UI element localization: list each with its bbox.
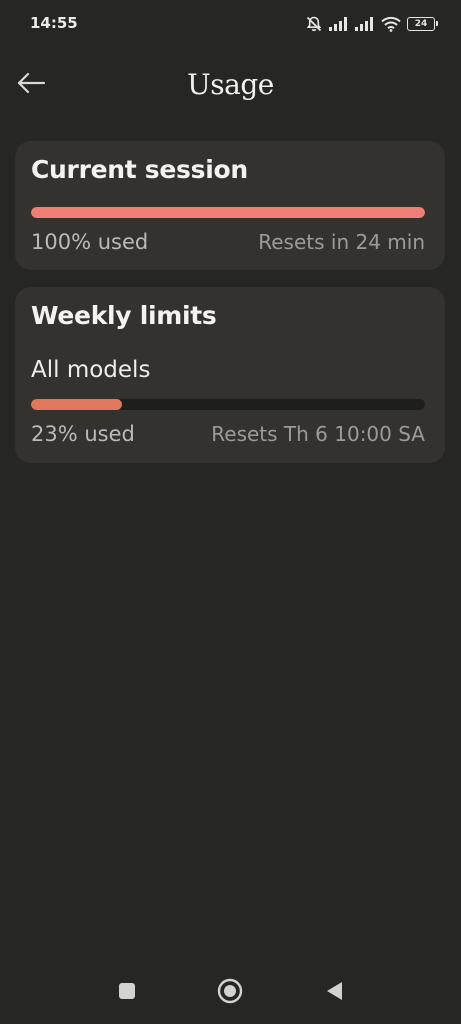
signal-icon: [329, 17, 349, 31]
home-button[interactable]: [213, 976, 247, 1010]
all-models-label: All models: [31, 357, 151, 383]
wifi-icon: [381, 16, 401, 32]
current-session-card: Current session 100% used Resets in 24 m…: [15, 141, 445, 270]
system-nav-bar: [0, 960, 461, 1024]
battery-icon: 24: [407, 17, 438, 31]
weekly-limits-used-label: 23% used: [31, 422, 135, 446]
status-bar: 14:55 24: [0, 0, 461, 48]
weekly-limits-reset-label: Resets Th 6 10:00 SA: [211, 422, 425, 446]
status-icons: 24: [305, 14, 438, 34]
current-session-title: Current session: [31, 155, 248, 184]
home-icon: [217, 978, 243, 1008]
weekly-limits-info-row: 23% used Resets Th 6 10:00 SA: [31, 422, 425, 446]
recent-apps-icon: [117, 981, 137, 1005]
status-time: 14:55: [30, 14, 78, 32]
current-session-used-label: 100% used: [31, 230, 149, 254]
page-title: Usage: [187, 68, 274, 101]
current-session-progress-fill: [31, 207, 425, 218]
muted-bell-icon: [305, 15, 323, 33]
weekly-limits-progress-fill: [31, 399, 122, 410]
weekly-limits-progress-bar: [31, 399, 425, 410]
weekly-limits-title: Weekly limits: [31, 301, 217, 330]
current-session-info-row: 100% used Resets in 24 min: [31, 230, 425, 254]
signal-icon: [355, 17, 375, 31]
current-session-progress-bar: [31, 207, 425, 218]
app-header: Usage: [0, 56, 461, 116]
battery-level: 24: [414, 18, 428, 29]
recent-apps-button[interactable]: [110, 976, 144, 1010]
current-session-reset-label: Resets in 24 min: [258, 230, 425, 254]
nav-back-button[interactable]: [317, 976, 351, 1010]
weekly-limits-card: Weekly limits All models 23% used Resets…: [15, 287, 445, 463]
back-triangle-icon: [324, 980, 344, 1006]
